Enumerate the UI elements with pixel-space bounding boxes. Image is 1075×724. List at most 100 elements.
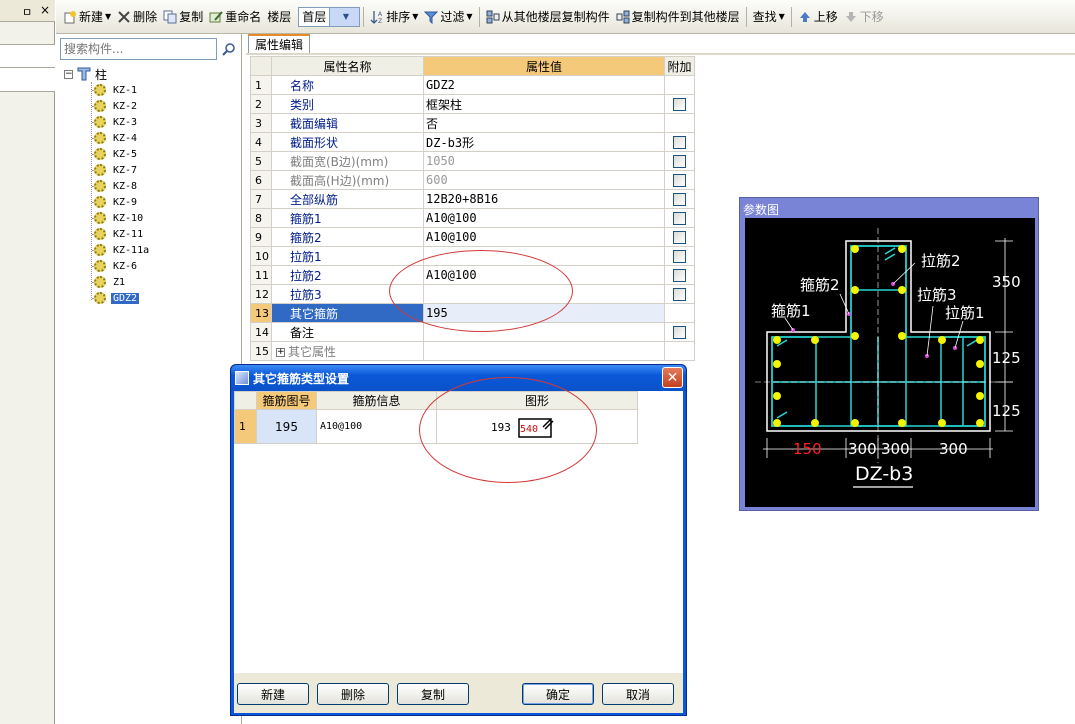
property-value-cell[interactable]: 195: [423, 303, 665, 323]
new-button[interactable]: 新建: [237, 683, 309, 705]
property-value-cell[interactable]: 600: [423, 170, 665, 190]
property-value-cell[interactable]: GDZ2: [423, 75, 665, 95]
shape-cell[interactable]: 193 540: [436, 409, 638, 444]
sort-button[interactable]: AZ 排序 ▼: [367, 4, 421, 30]
property-value-cell[interactable]: 否: [423, 113, 665, 133]
stirrup-info-header[interactable]: 箍筋信息: [316, 391, 437, 410]
table-row[interactable]: 8 箍筋1 A10@100: [250, 208, 695, 228]
tree-root-column[interactable]: − 柱: [64, 66, 107, 82]
extra-checkbox[interactable]: [673, 193, 686, 206]
table-row[interactable]: 6 截面高(H边)(mm) 600: [250, 170, 695, 190]
table-row[interactable]: 7 全部纵筋 12B20+8B16: [250, 189, 695, 209]
collapse-icon[interactable]: −: [64, 69, 73, 79]
stirrup-number-header[interactable]: 箍筋图号: [256, 391, 317, 410]
tab-property-edit[interactable]: 属性编辑: [248, 34, 310, 53]
extra-checkbox[interactable]: [673, 231, 686, 244]
tree-item[interactable]: KZ-9: [94, 194, 139, 210]
extra-checkbox[interactable]: [673, 269, 686, 282]
property-value-cell[interactable]: [423, 246, 665, 266]
copy-button[interactable]: 复制: [397, 683, 469, 705]
extra-checkbox[interactable]: [673, 98, 686, 111]
extra-checkbox[interactable]: [673, 155, 686, 168]
property-name-cell[interactable]: 拉筋1: [271, 246, 424, 266]
property-name-cell[interactable]: 截面形状: [271, 132, 424, 152]
tree-item[interactable]: KZ-1: [94, 82, 139, 98]
tree-item[interactable]: KZ-6: [94, 258, 139, 274]
extra-checkbox[interactable]: [673, 288, 686, 301]
property-name-cell[interactable]: 类别: [271, 94, 424, 114]
table-row[interactable]: 1 195 A10@100 193 540: [234, 409, 638, 444]
extra-checkbox[interactable]: [673, 136, 686, 149]
stirrup-info-cell[interactable]: A10@100: [316, 409, 437, 444]
property-name-cell[interactable]: 截面编辑: [271, 113, 424, 133]
filter-button[interactable]: 过滤 ▼: [421, 4, 475, 30]
move-up-button[interactable]: 上移: [795, 4, 841, 30]
extra-checkbox[interactable]: [673, 250, 686, 263]
table-row[interactable]: 15 + 其它属性: [250, 341, 695, 361]
property-name-cell[interactable]: 全部纵筋: [271, 189, 424, 209]
property-name-cell[interactable]: 箍筋2: [271, 227, 424, 247]
tree-item[interactable]: GDZ2: [94, 290, 140, 306]
close-button[interactable]: ✕: [662, 367, 683, 388]
table-row[interactable]: 13 其它箍筋 195: [250, 303, 695, 323]
property-value-cell[interactable]: [423, 284, 665, 304]
extra-checkbox[interactable]: [673, 326, 686, 339]
property-name-cell[interactable]: 备注: [271, 322, 424, 342]
tree-item[interactable]: KZ-11a: [94, 242, 151, 258]
new-button[interactable]: 新建 ▼: [60, 4, 114, 30]
move-down-button[interactable]: 下移: [841, 4, 887, 30]
table-row[interactable]: 4 截面形状 DZ-b3形: [250, 132, 695, 152]
table-row[interactable]: 9 箍筋2 A10@100: [250, 227, 695, 247]
property-name-cell[interactable]: + 其它属性: [271, 341, 424, 361]
property-value-cell[interactable]: A10@100: [423, 265, 665, 285]
tree-item[interactable]: KZ-3: [94, 114, 139, 130]
extra-checkbox[interactable]: [673, 174, 686, 187]
table-row[interactable]: 2 类别 框架柱: [250, 94, 695, 114]
extra-header[interactable]: 附加: [664, 56, 695, 76]
property-value-cell[interactable]: 1050: [423, 151, 665, 171]
extra-checkbox[interactable]: [673, 212, 686, 225]
copy-button[interactable]: 复制: [160, 4, 206, 30]
tree-item[interactable]: KZ-11: [94, 226, 145, 242]
dock-row[interactable]: [0, 44, 55, 68]
property-name-cell[interactable]: 截面高(H边)(mm): [271, 170, 424, 190]
table-row[interactable]: 5 截面宽(B边)(mm) 1050: [250, 151, 695, 171]
copy-from-floor-button[interactable]: 从其他楼层复制构件: [483, 4, 613, 30]
property-value-cell[interactable]: DZ-b3形: [423, 132, 665, 152]
search-input[interactable]: [60, 38, 217, 60]
tree-item[interactable]: KZ-2: [94, 98, 139, 114]
property-value-cell[interactable]: [423, 322, 665, 342]
property-name-cell[interactable]: 拉筋2: [271, 265, 424, 285]
floor-select[interactable]: 首层 ▼: [298, 6, 361, 27]
chevron-down-icon[interactable]: ▼: [328, 7, 360, 26]
find-button[interactable]: 查找 ▼: [750, 4, 788, 30]
cancel-button[interactable]: 取消: [602, 683, 674, 705]
dialog-title-bar[interactable]: 其它箍筋类型设置 ✕: [231, 365, 686, 391]
shape-header[interactable]: 图形: [436, 391, 638, 410]
property-value-cell[interactable]: 框架柱: [423, 94, 665, 114]
delete-button[interactable]: 删除: [317, 683, 389, 705]
property-name-cell[interactable]: 拉筋3: [271, 284, 424, 304]
dock-row[interactable]: [0, 68, 55, 92]
tree-item[interactable]: KZ-4: [94, 130, 139, 146]
tree-item[interactable]: KZ-7: [94, 162, 139, 178]
rename-button[interactable]: 重命名: [206, 4, 264, 30]
tree-item[interactable]: Z1: [94, 274, 127, 290]
pin-icon[interactable]: ㅁ: [22, 4, 32, 20]
copy-to-floor-button[interactable]: 复制构件到其他楼层: [613, 4, 743, 30]
close-icon[interactable]: ×: [40, 3, 50, 17]
property-value-cell[interactable]: A10@100: [423, 208, 665, 228]
expand-icon[interactable]: +: [276, 347, 285, 357]
delete-button[interactable]: 删除: [114, 4, 160, 30]
table-row[interactable]: 3 截面编辑否: [250, 113, 695, 133]
tree-item[interactable]: KZ-5: [94, 146, 139, 162]
property-value-cell[interactable]: 12B20+8B16: [423, 189, 665, 209]
property-name-cell[interactable]: 截面宽(B边)(mm): [271, 151, 424, 171]
tree-item[interactable]: KZ-10: [94, 210, 145, 226]
ok-button[interactable]: 确定: [522, 683, 594, 705]
property-name-cell[interactable]: 箍筋1: [271, 208, 424, 228]
search-icon[interactable]: [219, 38, 239, 60]
tree-item[interactable]: KZ-8: [94, 178, 139, 194]
property-name-cell[interactable]: 名称: [271, 75, 424, 95]
table-row[interactable]: 1 名称 GDZ2: [250, 75, 695, 95]
